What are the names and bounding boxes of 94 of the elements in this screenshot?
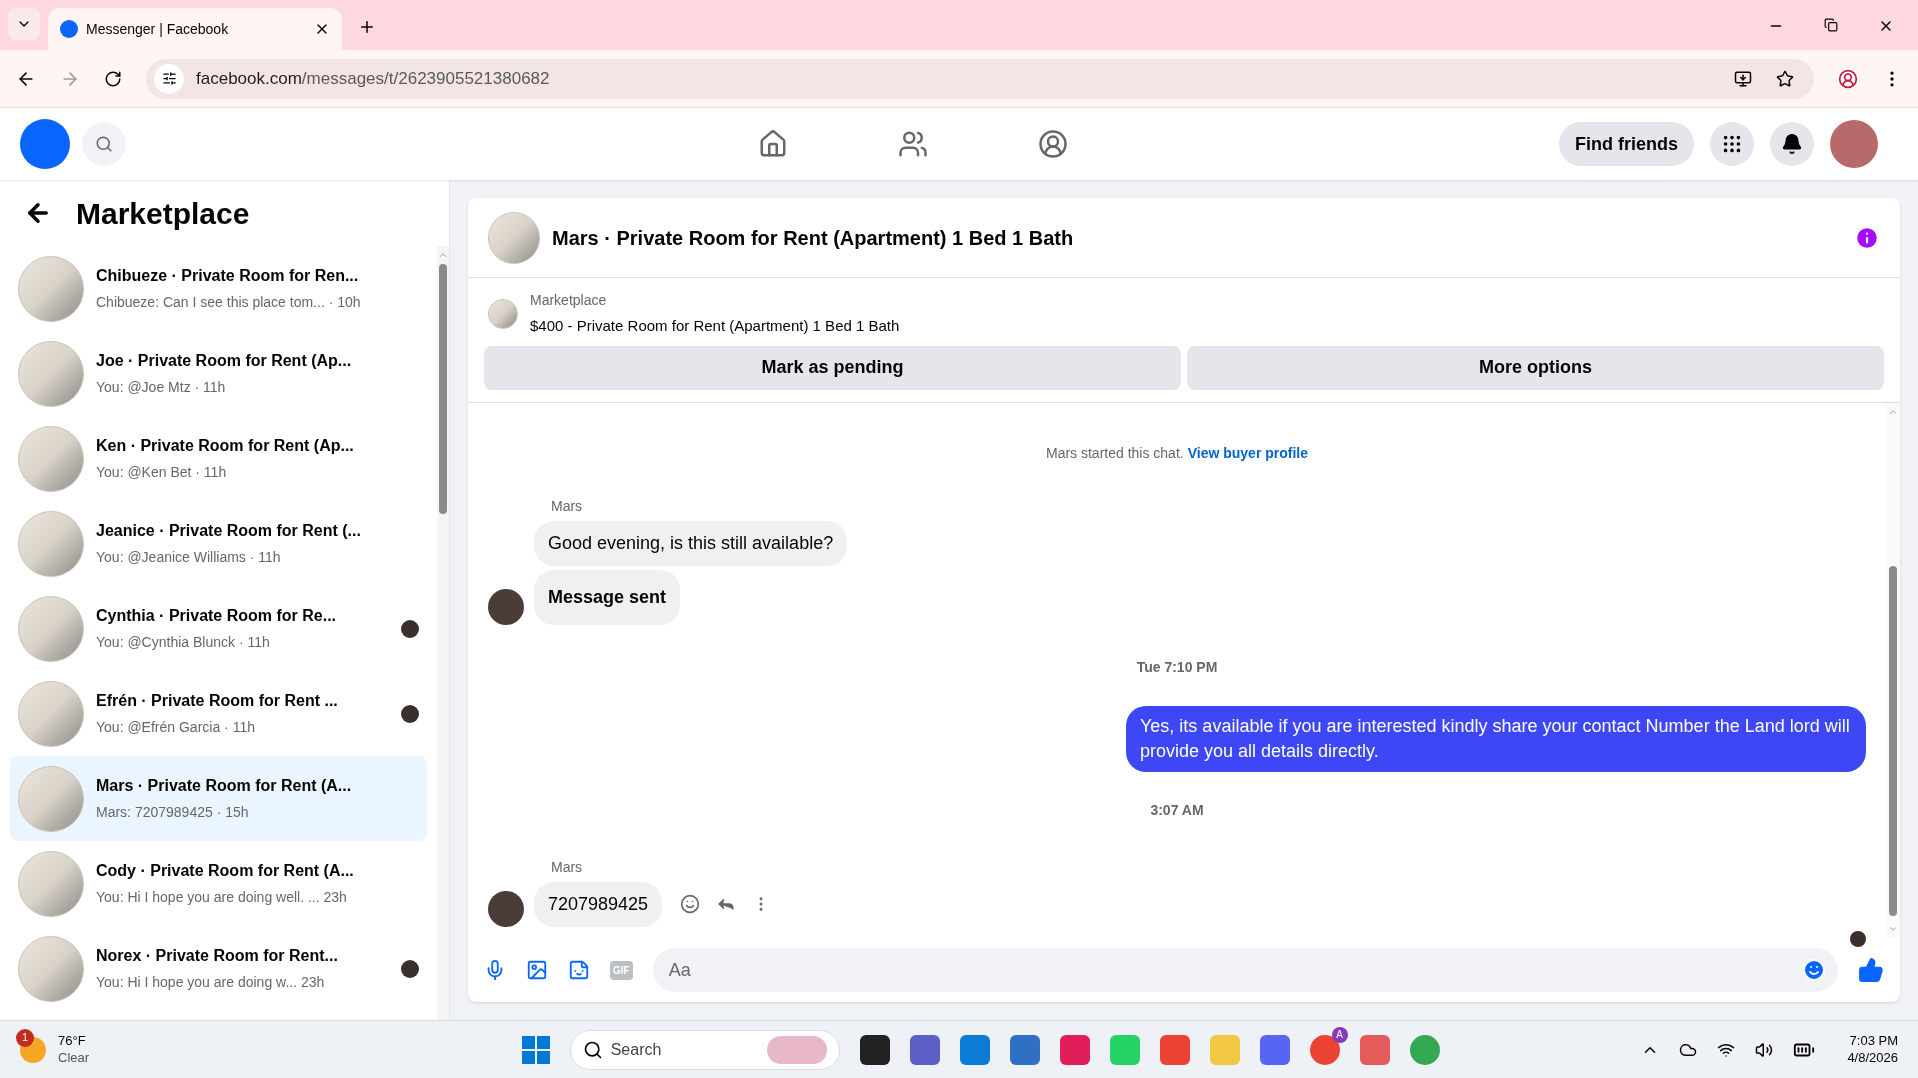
start-icon[interactable] <box>521 1035 550 1064</box>
seen-avatar <box>1850 930 1866 947</box>
conversation-item[interactable]: Jeanice · Private Room for Rent (... You: @Jeanice Williams · 11h <box>10 501 427 586</box>
conversation-item[interactable]: Mars · Private Room for Rent (A... Mars: 7207989425 · 15h <box>10 756 427 841</box>
bookmark-icon[interactable] <box>1776 69 1794 88</box>
timestamp: Tue 7:10 PM <box>1136 657 1218 677</box>
conversation-title: Joe · Private Room for Rent (Ap... <box>96 351 353 371</box>
bell-icon <box>1781 133 1803 155</box>
conversation-title: Jeanice · Private Room for Rent (... <box>96 521 362 541</box>
clock-time[interactable]: 7:03 PM <box>1849 1033 1898 1050</box>
conversation-title: Efrén · Private Room for Rent ... <box>96 691 339 711</box>
sticker-icon[interactable] <box>568 959 590 981</box>
conversation-title: Chibueze · Private Room for Ren... <box>96 266 360 286</box>
scrollbar[interactable] <box>1886 402 1900 938</box>
listing-action-button[interactable]: More options <box>1187 345 1884 390</box>
conversation-preview: You: Hi I hope you are doing w... 23h <box>96 973 326 992</box>
browser-tab[interactable]: Messenger | Facebook <box>48 8 342 50</box>
listing-photo <box>488 298 518 329</box>
conversation-item[interactable]: Cody · Private Room for Rent (A... You: Hi I hope you are doing well. ... 23h <box>10 841 427 926</box>
search-icon <box>582 1039 603 1060</box>
outgoing-message: Yes, its available if you are interested kindly share your contact Number the Land lord will provide you all details directly. <box>1126 705 1866 772</box>
find-friends-button[interactable]: Find friends <box>1559 122 1694 166</box>
incoming-message: Message sent <box>534 569 681 625</box>
site-settings-button[interactable] <box>154 63 184 94</box>
conversation-item[interactable]: Joe · Private Room for Rent (Ap... You: @Joe Mtz · 11h <box>10 331 427 416</box>
conversation-preview: Chibueze: Can I see this place tom... · 10h <box>96 293 362 312</box>
temperature: 76°F <box>58 1033 87 1050</box>
url-text: facebook.com/messages/t/2623905521380682 <box>196 67 551 90</box>
search-icon <box>95 135 113 153</box>
tab-title: Messenger | Facebook <box>86 19 230 39</box>
conversation-item[interactable]: Norex · Private Room for Rent... You: Hi I hope you are doing w... 23h <box>10 926 427 1011</box>
conversation-title: Cynthia · Private Room for Re... <box>96 606 338 626</box>
conversation-preview: You: @Ken Bet · 11h <box>96 463 228 482</box>
image-icon[interactable] <box>526 959 548 981</box>
conversation-preview: Mars: 7207989425 · 15h <box>96 803 250 822</box>
listing-action-button[interactable]: Mark as pending <box>484 345 1181 390</box>
browser-icon[interactable] <box>1409 1034 1440 1065</box>
clock-date[interactable]: 4/8/2026 <box>1847 1049 1898 1066</box>
incoming-message: Good evening, is this still available? <box>534 520 848 566</box>
timestamp: 3:07 AM <box>1150 800 1204 820</box>
scrollbar[interactable] <box>437 246 449 1020</box>
search-highlight-picture <box>766 1035 827 1064</box>
notifications-button[interactable] <box>1770 122 1814 166</box>
like-icon[interactable] <box>1858 957 1884 983</box>
incoming-message: 7207989425 <box>534 881 663 927</box>
profile-badge: A <box>1331 1026 1348 1043</box>
conversation-item[interactable]: Chibueze · Private Room for Ren... Chibueze: Can I see this place tom... · 10h <box>10 246 427 331</box>
conversation-item[interactable]: Efrén · Private Room for Rent ... You: @Efrén Garcia · 11h <box>10 671 427 756</box>
sender-name: Mars <box>551 496 584 516</box>
address-bar[interactable]: facebook.com/messages/t/2623905521380682 <box>146 58 1814 99</box>
conversation-title: Norex · Private Room for Rent... <box>96 946 339 966</box>
scroll-thumb[interactable] <box>439 264 447 514</box>
taskbar-search[interactable]: Search <box>569 1029 840 1070</box>
notification-badge: 1 <box>16 1028 34 1047</box>
weather-condition: Clear <box>58 1049 90 1066</box>
install-icon[interactable] <box>1734 69 1752 88</box>
tab-list-button[interactable] <box>8 8 40 40</box>
menu-button[interactable] <box>1710 122 1754 166</box>
new-tab-icon[interactable] <box>358 18 376 36</box>
scroll-thumb[interactable] <box>1889 566 1897 916</box>
conversation-preview: You: Hi I hope you are doing well. ... 23h <box>96 888 348 907</box>
buyer-profile-link[interactable]: View buyer profile <box>1187 442 1309 464</box>
conversation-title: Cody · Private Room for Rent (A... <box>96 861 355 881</box>
chat-title: Mars · Private Room for Rent (Apartment) 1 Bed 1 Bath <box>552 225 1075 251</box>
sliders-icon <box>161 71 177 86</box>
listing-text: $400 - Private Room for Rent (Apartment) 1 Bed 1 Bath <box>530 316 900 336</box>
avatar <box>488 890 524 927</box>
conversation-title: Mars · Private Room for Rent (A... <box>96 776 353 796</box>
app-icon[interactable] <box>859 1034 890 1065</box>
sender-name: Mars <box>551 857 584 877</box>
react-icon[interactable] <box>680 894 701 914</box>
listing-label: Marketplace <box>530 291 608 310</box>
search-button[interactable] <box>82 122 126 166</box>
system-message: Mars started this chat. <box>1045 443 1184 463</box>
restore-icon[interactable] <box>1824 18 1838 32</box>
conversation-item[interactable]: Cynthia · Private Room for Re... You: @Cynthia Blunck · 11h <box>10 586 427 671</box>
conversation-preview: You: @Joe Mtz · 11h <box>96 378 227 397</box>
search-label: Search <box>610 1039 663 1060</box>
conversation-preview: You: @Jeanice Williams · 11h <box>96 548 282 567</box>
grid-icon <box>1721 133 1743 155</box>
profile-avatar[interactable] <box>1830 120 1878 168</box>
room-photo <box>488 211 540 264</box>
avatar <box>488 588 524 625</box>
conversation-preview: You: @Efrén Garcia · 11h <box>96 718 256 737</box>
reload-icon[interactable] <box>104 69 122 88</box>
conversation-preview: You: @Cynthia Blunck · 11h <box>96 633 271 652</box>
groups-icon[interactable] <box>1037 129 1068 159</box>
conversation-item[interactable]: Ken · Private Room for Rent (Ap... You: @Ken Bet · 11h <box>10 416 427 501</box>
conversation-title: Ken · Private Room for Rent (Ap... <box>96 436 355 456</box>
profile-icon[interactable] <box>1838 68 1858 89</box>
friends-icon[interactable] <box>897 129 928 159</box>
volume-icon[interactable] <box>1755 1040 1774 1059</box>
message-input[interactable]: Aa <box>652 948 1838 992</box>
sidebar-title: Marketplace <box>76 195 250 232</box>
